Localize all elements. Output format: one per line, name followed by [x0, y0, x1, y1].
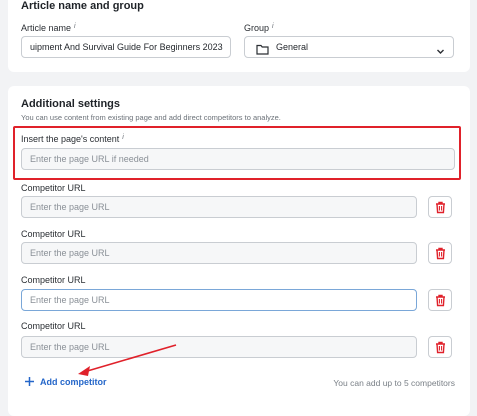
- annotation-arrow: [78, 344, 177, 376]
